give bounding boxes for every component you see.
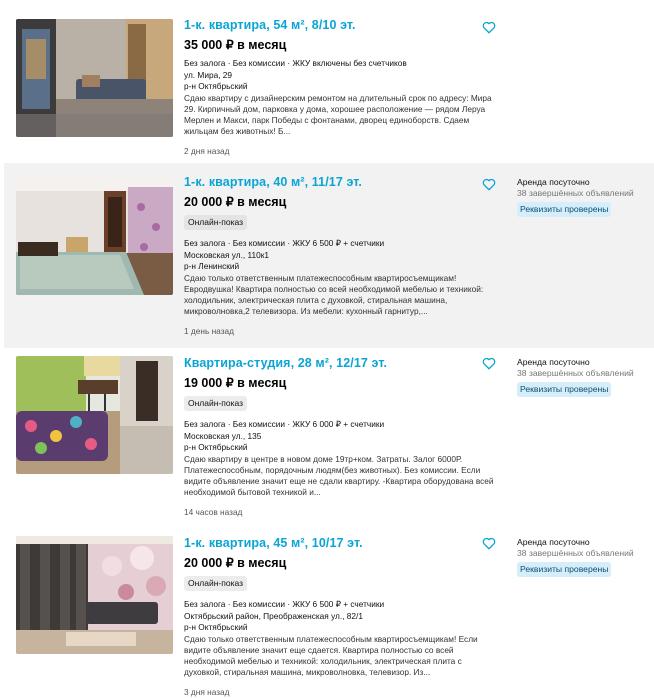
listing-card[interactable]: 1-к. квартира, 54 м², 8/10 эт. 35 000 ₽ … — [0, 0, 654, 160]
seller-name[interactable]: Аренда посуточно — [517, 537, 647, 548]
listing-title[interactable]: 1-к. квартира, 54 м², 8/10 эт. — [184, 18, 494, 32]
apartment-photo — [16, 19, 173, 137]
listing-title[interactable]: 1-к. квартира, 45 м², 10/17 эт. — [184, 536, 494, 550]
favorite-heart-icon[interactable] — [482, 537, 496, 550]
apartment-photo — [16, 356, 173, 474]
listing-terms: Без залога · Без комиссии · ЖКУ 6 500 ₽ … — [184, 599, 385, 609]
seller-completed-count: 38 завершённых объявлений — [517, 368, 634, 378]
seller-completed-count: 38 завершённых объявлений — [517, 188, 634, 198]
listing-card[interactable]: 1-к. квартира, 45 м², 10/17 эт. 20 000 ₽… — [0, 530, 654, 697]
listing-photo[interactable] — [16, 356, 173, 474]
listing-price: 20 000 ₽ в месяц — [184, 556, 287, 570]
seller-info: Аренда посуточно 38 завершённых объявлен… — [517, 177, 647, 217]
listing-time: 3 дня назад — [184, 686, 230, 697]
favorite-heart-icon[interactable] — [482, 357, 496, 370]
listing-district: р-н Октябрьский — [184, 81, 248, 91]
listing-photo[interactable] — [16, 177, 173, 295]
apartment-photo — [16, 536, 173, 654]
seller-completed-count: 38 завершённых объявлений — [517, 548, 634, 558]
listing-title[interactable]: Квартира-студия, 28 м², 12/17 эт. — [184, 356, 494, 370]
listing-price: 19 000 ₽ в месяц — [184, 376, 287, 390]
listing-district: р-н Октябрьский — [184, 442, 248, 452]
favorite-heart-icon[interactable] — [482, 21, 496, 34]
apartment-photo — [16, 177, 173, 295]
seller-info: Аренда посуточно 38 завершённых объявлен… — [517, 357, 647, 397]
listing-time: 2 дня назад — [184, 145, 230, 156]
listing-card[interactable]: 1-к. квартира, 40 м², 11/17 эт. 20 000 ₽… — [4, 163, 654, 348]
seller-info: Аренда посуточно 38 завершённых объявлен… — [517, 537, 647, 577]
online-showing-badge: Онлайн-показ — [184, 396, 248, 411]
listing-description: Сдаю квартиру с дизайнерским ремонтом на… — [184, 92, 492, 137]
listing-description: Сдаю только ответственным платежеспособн… — [184, 272, 484, 317]
listing-time: 1 день назад — [184, 325, 234, 336]
listing-terms: Без залога · Без комиссии · ЖКУ 6 000 ₽ … — [184, 419, 385, 429]
listing-address: Московская ул., 110к1 — [184, 249, 269, 260]
listing-district: р-н Октябрьский — [184, 622, 248, 632]
listing-terms: Без залога · Без комиссии · ЖКУ 6 500 ₽ … — [184, 238, 385, 248]
verified-badge: Реквизиты проверены — [517, 382, 612, 397]
listing-description: Сдаю квартиру в центре в новом доме 19тр… — [184, 453, 494, 498]
seller-name[interactable]: Аренда посуточно — [517, 177, 647, 188]
listing-card[interactable]: Квартира-студия, 28 м², 12/17 эт. 19 000… — [0, 350, 654, 520]
verified-badge: Реквизиты проверены — [517, 202, 612, 217]
listing-title[interactable]: 1-к. квартира, 40 м², 11/17 эт. — [184, 175, 494, 189]
listing-time: 14 часов назад — [184, 506, 243, 517]
listing-price: 35 000 ₽ в месяц — [184, 38, 287, 52]
listing-description: Сдаю только ответственным платежеспособн… — [184, 633, 478, 678]
favorite-heart-icon[interactable] — [482, 178, 496, 191]
listing-photo[interactable] — [16, 536, 173, 654]
listing-terms: Без залога · Без комиссии · ЖКУ включены… — [184, 58, 407, 68]
listing-district: р-н Ленинский — [184, 261, 240, 271]
online-showing-badge: Онлайн-показ — [184, 215, 248, 230]
verified-badge: Реквизиты проверены — [517, 562, 612, 577]
online-showing-badge: Онлайн-показ — [184, 576, 248, 591]
listing-address: ул. Мира, 29 — [184, 69, 233, 80]
listing-price: 20 000 ₽ в месяц — [184, 195, 287, 209]
seller-name[interactable]: Аренда посуточно — [517, 357, 647, 368]
listing-photo[interactable] — [16, 19, 173, 137]
listing-address: Московская ул., 135 — [184, 430, 262, 441]
listing-address: Октябрьский район, Преображенская ул., 8… — [184, 610, 363, 621]
